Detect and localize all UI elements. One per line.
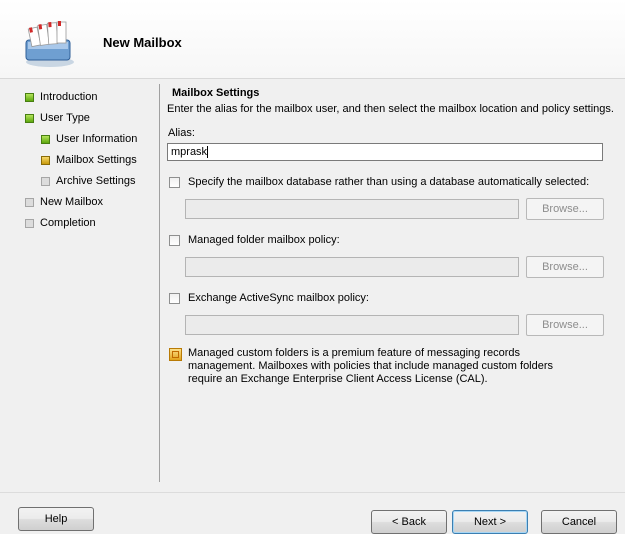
step-current-icon [41, 155, 50, 165]
step-archive-settings[interactable]: Archive Settings [41, 173, 135, 189]
header-divider [0, 78, 625, 79]
text-caret [207, 146, 209, 159]
specify-database-checkbox[interactable] [169, 176, 180, 188]
step-pending-icon [41, 176, 50, 186]
step-pending-icon [25, 197, 34, 207]
step-pending-icon [25, 218, 34, 228]
step-user-information[interactable]: User Information [41, 131, 137, 147]
managed-folder-policy-field [185, 257, 519, 277]
info-icon [169, 348, 182, 361]
alias-input[interactable]: mprask [167, 143, 603, 161]
step-complete-icon [25, 92, 34, 102]
step-introduction[interactable]: Introduction [25, 89, 97, 105]
info-text: Managed custom folders is a premium feat… [188, 347, 554, 385]
mailbox-wizard-icon [25, 21, 74, 67]
browse-managed-folder-button: Browse... [526, 256, 604, 278]
alias-value: mprask [171, 146, 208, 158]
help-button[interactable]: Help [18, 507, 94, 531]
section-title: Mailbox Settings [172, 87, 260, 99]
footer-divider [0, 492, 625, 493]
cancel-button[interactable]: Cancel [541, 510, 617, 534]
checkbox-label: Specify the mailbox database rather than… [188, 176, 590, 188]
next-button[interactable]: Next > [452, 510, 528, 534]
managed-folder-policy-checkbox[interactable] [169, 234, 180, 246]
back-button[interactable]: < Back [371, 510, 447, 534]
step-new-mailbox[interactable]: New Mailbox [25, 194, 103, 210]
step-mailbox-settings[interactable]: Mailbox Settings [41, 152, 137, 168]
activesync-policy-checkbox[interactable] [169, 292, 180, 304]
info-message: Managed custom folders is a premium feat… [169, 347, 588, 386]
step-label: Introduction [40, 91, 98, 103]
step-label: Mailbox Settings [56, 154, 137, 166]
activesync-policy-field [185, 315, 519, 335]
step-user-type[interactable]: User Type [25, 110, 90, 126]
checkbox-label: Managed folder mailbox policy: [188, 234, 340, 246]
step-completion[interactable]: Completion [25, 215, 96, 231]
step-label: Archive Settings [56, 175, 136, 187]
nav-divider [159, 84, 160, 482]
wizard-title: New Mailbox [103, 35, 182, 50]
mailbox-database-field [185, 199, 519, 219]
activesync-policy-option[interactable]: Exchange ActiveSync mailbox policy: [169, 292, 369, 304]
browse-database-button: Browse... [526, 198, 604, 220]
step-complete-icon [41, 134, 50, 144]
step-label: Completion [40, 217, 96, 229]
step-label: New Mailbox [40, 196, 103, 208]
checkbox-label: Exchange ActiveSync mailbox policy: [188, 292, 369, 304]
wizard-header: New Mailbox [0, 0, 625, 78]
specify-database-option[interactable]: Specify the mailbox database rather than… [169, 176, 589, 188]
step-label: User Information [56, 133, 138, 145]
alias-label: Alias: [168, 127, 195, 139]
step-complete-icon [25, 113, 34, 123]
browse-activesync-button: Browse... [526, 314, 604, 336]
section-description: Enter the alias for the mailbox user, an… [167, 103, 614, 115]
step-label: User Type [40, 112, 90, 124]
managed-folder-policy-option[interactable]: Managed folder mailbox policy: [169, 234, 340, 246]
